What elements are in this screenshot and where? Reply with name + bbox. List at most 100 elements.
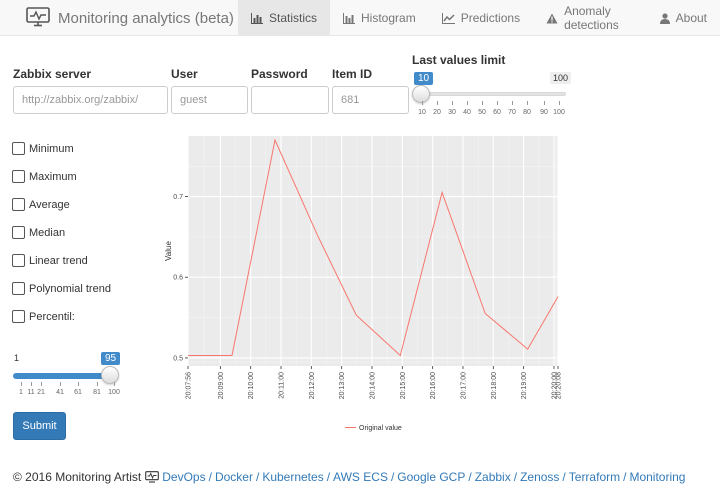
footer-copyright: © 2016 Monitoring Artist [13, 470, 142, 484]
legend-label: Original value [359, 425, 402, 432]
itemid-input[interactable] [332, 86, 409, 114]
x-tick-label: 20:09:00 [218, 372, 225, 399]
tick-label: 20 [433, 109, 441, 116]
y-axis-title: Value [164, 241, 173, 261]
checkbox-label: Polynomial trend [29, 282, 111, 295]
limit-slider-handle[interactable] [412, 85, 430, 103]
percentile-slider-handle[interactable] [101, 366, 119, 384]
checkbox[interactable] [12, 310, 25, 323]
user-label: User [171, 67, 198, 81]
server-label: Zabbix server [13, 67, 92, 81]
checkbox-minimum[interactable]: Minimum [12, 142, 74, 155]
monitor-icon [26, 6, 50, 30]
line-chart-icon [441, 12, 455, 24]
footer-link-zenoss[interactable]: Zenoss [520, 470, 559, 484]
checkbox-median[interactable]: Median [12, 226, 65, 239]
tab-predictions[interactable]: Predictions [429, 0, 533, 36]
checkbox-percentil[interactable]: Percentil: [12, 310, 75, 323]
footer-link-kubernetes[interactable]: Kubernetes [262, 470, 323, 484]
footer-link-zabbix[interactable]: Zabbix [475, 470, 511, 484]
tick-label: 21 [37, 389, 45, 396]
user-input[interactable] [171, 86, 248, 114]
x-tick-label: 20:18:00 [491, 372, 498, 399]
footer-link-aws-ecs[interactable]: AWS ECS [333, 470, 388, 484]
footer-link-monitoring[interactable]: Monitoring [629, 470, 685, 484]
monitor-icon [145, 471, 160, 483]
x-tick-label: 20:11:00 [279, 372, 286, 399]
brand[interactable]: Monitoring analytics (beta) [26, 0, 234, 36]
percentile-slider-fill [13, 373, 110, 379]
tick-label: 1 [19, 389, 23, 396]
checkbox-label: Maximum [29, 170, 77, 183]
percentile-value-badge: 95 [101, 352, 121, 365]
checkbox[interactable] [12, 254, 25, 267]
password-label: Password [251, 67, 308, 81]
tab-label: Histogram [361, 11, 416, 25]
x-tick-label: 20:16:00 [430, 372, 437, 399]
x-tick-label: 20:19:00 [521, 372, 528, 399]
tab-label: Statistics [269, 11, 318, 25]
x-tick-label: 20:20:08 [556, 372, 563, 399]
bar-chart-icon [251, 12, 263, 24]
password-input[interactable] [251, 86, 329, 114]
checkbox-label: Minimum [29, 142, 74, 155]
app-title: Monitoring analytics (beta) [58, 9, 234, 27]
warning-icon [546, 13, 558, 24]
checkbox[interactable] [12, 282, 25, 295]
checkbox[interactable] [12, 170, 25, 183]
tick-label: 81 [93, 389, 101, 396]
tab-histogram[interactable]: Histogram [330, 0, 429, 36]
checkbox-maximum[interactable]: Maximum [12, 170, 77, 183]
tick-label: 100 [108, 389, 120, 396]
x-tick-label: 20:12:00 [309, 372, 316, 399]
tick-label: 30 [448, 109, 456, 116]
footer-link-google-gcp[interactable]: Google GCP [397, 470, 465, 484]
checkbox-label: Linear trend [29, 254, 88, 267]
checkbox[interactable] [12, 226, 25, 239]
tick-label: 80 [523, 109, 531, 116]
percentile-min-badge: 1 [14, 353, 20, 363]
tick-label: 10 [418, 109, 426, 116]
tab-statistics[interactable]: Statistics [238, 0, 331, 36]
x-tick-label: 20:15:00 [400, 372, 407, 399]
x-tick-label: 20:14:00 [369, 372, 376, 399]
limit-value-badge: 10 [414, 72, 434, 85]
x-tick-label: 20:17:00 [460, 372, 467, 399]
tab-label: Predictions [460, 11, 521, 25]
tick-label: 70 [508, 109, 516, 116]
tick-label: 90 [540, 109, 548, 116]
plot-panel [188, 136, 558, 366]
limit-slider-track[interactable] [418, 92, 566, 96]
limit-max-badge: 100 [550, 72, 572, 84]
y-tick-label: 0.6 [173, 275, 183, 282]
checkbox-polynomial-trend[interactable]: Polynomial trend [12, 282, 111, 295]
tab-label: About [675, 11, 707, 25]
tab-label: Anomaly detections [564, 4, 619, 32]
histogram-icon [343, 12, 356, 24]
footer-link-docker[interactable]: Docker [215, 470, 253, 484]
navbar: Monitoring analytics (beta) Statistics H… [0, 0, 720, 36]
footer: © 2016 Monitoring Artist DevOps / Docker /… [13, 470, 686, 484]
tick-label: 11 [27, 389, 35, 396]
footer-link-devops[interactable]: DevOps [162, 470, 205, 484]
checkbox-linear-trend[interactable]: Linear trend [12, 254, 88, 267]
tab-about[interactable]: About [647, 0, 720, 36]
tick-label: 50 [478, 109, 486, 116]
y-tick-label: 0.7 [173, 194, 183, 201]
checkbox-average[interactable]: Average [12, 198, 70, 211]
y-tick-label: 0.5 [173, 355, 183, 362]
itemid-label: Item ID [332, 67, 373, 81]
tab-anomaly-detections[interactable]: Anomaly detections [533, 0, 647, 36]
x-tick-label: 20:07:56 [186, 372, 193, 399]
checkbox-label: Percentil: [29, 310, 75, 323]
statistics-chart: 0.5 0.6 0.7 20:07:56 20:09:00 20:10:00 20:11:0… [164, 136, 563, 432]
x-tick-label: 20:13:00 [339, 372, 346, 399]
footer-link-terraform[interactable]: Terraform [569, 470, 620, 484]
checkbox[interactable] [12, 198, 25, 211]
server-input[interactable] [13, 86, 168, 114]
tick-label: 41 [56, 389, 64, 396]
checkbox[interactable] [12, 142, 25, 155]
submit-button[interactable]: Submit [13, 412, 66, 440]
user-icon [659, 12, 670, 24]
limit-label: Last values limit [412, 53, 506, 67]
